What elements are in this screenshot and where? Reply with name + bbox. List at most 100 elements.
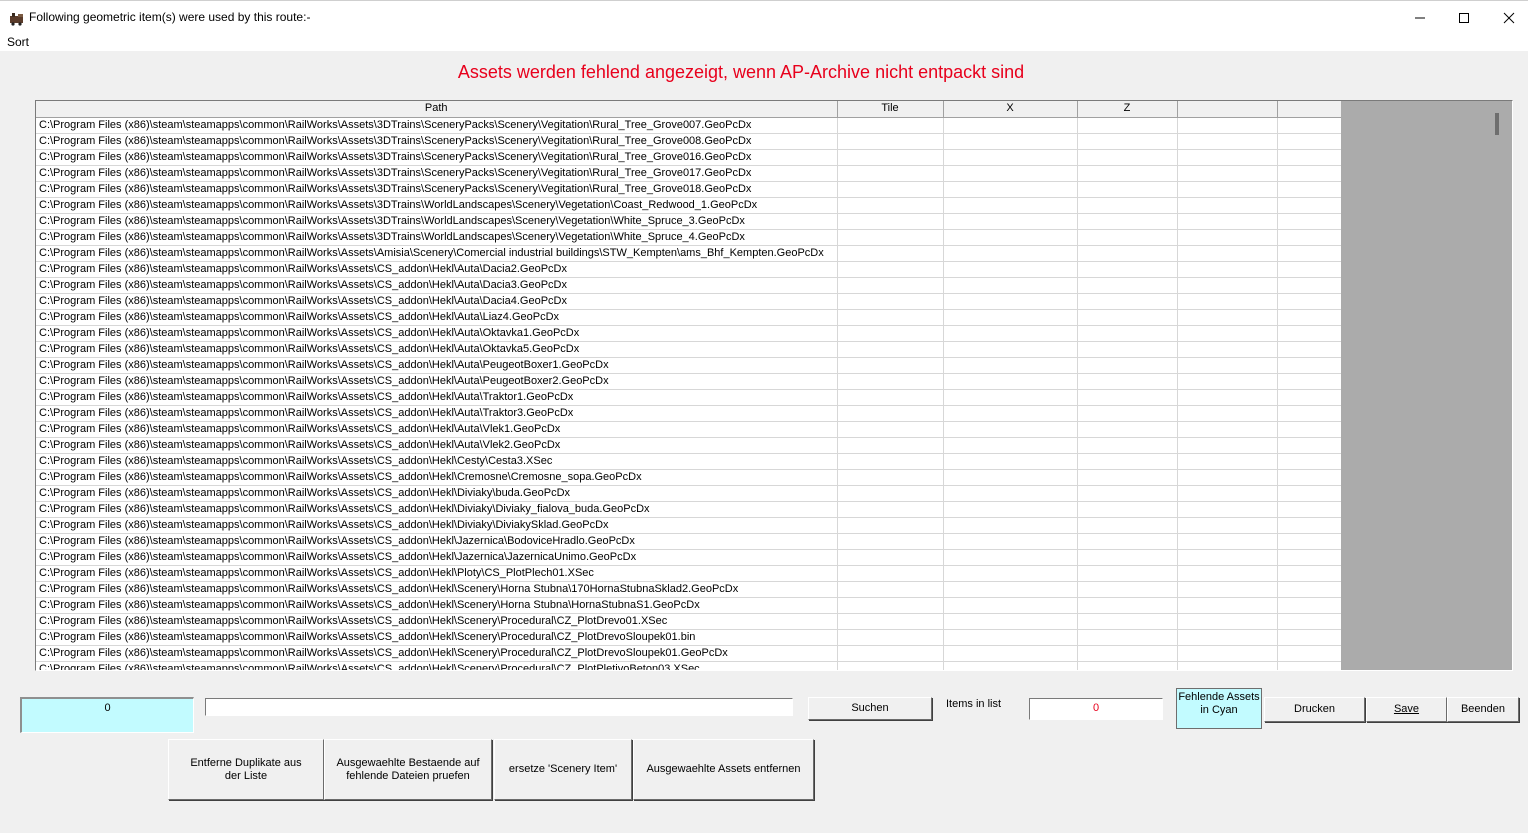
search-input[interactable] <box>205 698 793 716</box>
column-header-6[interactable] <box>1277 101 1341 118</box>
table-row[interactable]: C:\Program Files (x86)\steam\steamapps\c… <box>36 165 1341 182</box>
cell-extra-2 <box>1277 213 1341 230</box>
table-row[interactable]: C:\Program Files (x86)\steam\steamapps\c… <box>36 597 1341 614</box>
cell-x <box>943 421 1078 438</box>
cell-tile <box>837 389 944 406</box>
table-row[interactable]: C:\Program Files (x86)\steam\steamapps\c… <box>36 357 1341 374</box>
replace-scenery-item-button[interactable]: ersetze 'Scenery Item' <box>494 739 632 800</box>
cell-extra-1 <box>1177 437 1278 454</box>
cell-x <box>943 325 1078 342</box>
cell-z <box>1077 453 1178 470</box>
cell-path: C:\Program Files (x86)\steam\steamapps\c… <box>36 261 838 278</box>
table-row[interactable]: C:\Program Files (x86)\steam\steamapps\c… <box>36 117 1341 134</box>
cell-z <box>1077 437 1178 454</box>
cell-z <box>1077 181 1178 198</box>
cell-x <box>943 645 1078 662</box>
table-row[interactable]: C:\Program Files (x86)\steam\steamapps\c… <box>36 293 1341 310</box>
missing-assets-cyan-button[interactable]: Fehlende Assets in Cyan <box>1176 688 1262 729</box>
cell-path: C:\Program Files (x86)\steam\steamapps\c… <box>36 629 838 646</box>
table-row[interactable]: C:\Program Files (x86)\steam\steamapps\c… <box>36 213 1341 230</box>
column-header-tile[interactable]: Tile <box>837 101 944 118</box>
table-row[interactable]: C:\Program Files (x86)\steam\steamapps\c… <box>36 533 1341 550</box>
scrollbar-thumb[interactable] <box>1495 113 1499 135</box>
asset-grid[interactable]: Path Tile X Z C:\Program Files (x86)\ste… <box>36 101 1341 670</box>
cell-extra-1 <box>1177 373 1278 390</box>
table-row[interactable]: C:\Program Files (x86)\steam\steamapps\c… <box>36 229 1341 246</box>
cell-x <box>943 245 1078 262</box>
column-header-path[interactable]: Path <box>36 101 838 118</box>
table-row[interactable]: C:\Program Files (x86)\steam\steamapps\c… <box>36 517 1341 534</box>
table-row[interactable]: C:\Program Files (x86)\steam\steamapps\c… <box>36 197 1341 214</box>
table-row[interactable]: C:\Program Files (x86)\steam\steamapps\c… <box>36 661 1341 670</box>
cell-x <box>943 181 1078 198</box>
table-row[interactable]: C:\Program Files (x86)\steam\steamapps\c… <box>36 549 1341 566</box>
table-row[interactable]: C:\Program Files (x86)\steam\steamapps\c… <box>36 469 1341 486</box>
cell-extra-1 <box>1177 133 1278 150</box>
search-button[interactable]: Suchen <box>808 697 932 720</box>
table-row[interactable]: C:\Program Files (x86)\steam\steamapps\c… <box>36 133 1341 150</box>
cell-tile <box>837 229 944 246</box>
table-row[interactable]: C:\Program Files (x86)\steam\steamapps\c… <box>36 277 1341 294</box>
table-row[interactable]: C:\Program Files (x86)\steam\steamapps\c… <box>36 325 1341 342</box>
menu-sort[interactable]: Sort <box>7 35 29 49</box>
table-row[interactable]: C:\Program Files (x86)\steam\steamapps\c… <box>36 341 1341 358</box>
exit-button[interactable]: Beenden <box>1447 697 1519 722</box>
cell-z <box>1077 117 1178 134</box>
table-row[interactable]: C:\Program Files (x86)\steam\steamapps\c… <box>36 181 1341 198</box>
cell-path: C:\Program Files (x86)\steam\steamapps\c… <box>36 565 838 582</box>
cell-extra-2 <box>1277 245 1341 262</box>
cell-x <box>943 261 1078 278</box>
remove-selected-assets-button[interactable]: Ausgewaehlte Assets entfernen <box>633 739 814 800</box>
table-row[interactable]: C:\Program Files (x86)\steam\steamapps\c… <box>36 405 1341 422</box>
table-row[interactable]: C:\Program Files (x86)\steam\steamapps\c… <box>36 245 1341 262</box>
cell-extra-2 <box>1277 181 1341 198</box>
cell-x <box>943 389 1078 406</box>
table-row[interactable]: C:\Program Files (x86)\steam\steamapps\c… <box>36 389 1341 406</box>
cell-path: C:\Program Files (x86)\steam\steamapps\c… <box>36 469 838 486</box>
table-row[interactable]: C:\Program Files (x86)\steam\steamapps\c… <box>36 629 1341 646</box>
table-row[interactable]: C:\Program Files (x86)\steam\steamapps\c… <box>36 309 1341 326</box>
table-row[interactable]: C:\Program Files (x86)\steam\steamapps\c… <box>36 437 1341 454</box>
print-button[interactable]: Drucken <box>1264 697 1365 722</box>
cell-z <box>1077 469 1178 486</box>
remove-duplicates-button[interactable]: Entferne Duplikate aus der Liste <box>168 739 324 800</box>
table-row[interactable]: C:\Program Files (x86)\steam\steamapps\c… <box>36 453 1341 470</box>
cell-extra-1 <box>1177 549 1278 566</box>
table-row[interactable]: C:\Program Files (x86)\steam\steamapps\c… <box>36 149 1341 166</box>
maximize-button[interactable] <box>1441 1 1487 34</box>
column-header-z[interactable]: Z <box>1077 101 1178 118</box>
cell-x <box>943 661 1078 670</box>
cell-path: C:\Program Files (x86)\steam\steamapps\c… <box>36 309 838 326</box>
cell-x <box>943 469 1078 486</box>
cell-tile <box>837 261 944 278</box>
cell-z <box>1077 645 1178 662</box>
table-row[interactable]: C:\Program Files (x86)\steam\steamapps\c… <box>36 373 1341 390</box>
table-row[interactable]: C:\Program Files (x86)\steam\steamapps\c… <box>36 645 1341 662</box>
cell-extra-1 <box>1177 421 1278 438</box>
table-row[interactable]: C:\Program Files (x86)\steam\steamapps\c… <box>36 485 1341 502</box>
cell-z <box>1077 421 1178 438</box>
check-selected-button[interactable]: Ausgewaehlte Bestaende auf fehlende Date… <box>324 739 492 800</box>
table-row[interactable]: C:\Program Files (x86)\steam\steamapps\c… <box>36 501 1341 518</box>
table-row[interactable]: C:\Program Files (x86)\steam\steamapps\c… <box>36 581 1341 598</box>
cell-extra-2 <box>1277 469 1341 486</box>
cell-path: C:\Program Files (x86)\steam\steamapps\c… <box>36 549 838 566</box>
save-button[interactable]: Save <box>1366 697 1447 722</box>
cell-z <box>1077 293 1178 310</box>
cell-extra-1 <box>1177 165 1278 182</box>
column-header-x[interactable]: X <box>943 101 1078 118</box>
table-row[interactable]: C:\Program Files (x86)\steam\steamapps\c… <box>36 613 1341 630</box>
cell-extra-2 <box>1277 501 1341 518</box>
table-row[interactable]: C:\Program Files (x86)\steam\steamapps\c… <box>36 565 1341 582</box>
close-button[interactable] <box>1486 1 1528 34</box>
table-row[interactable]: C:\Program Files (x86)\steam\steamapps\c… <box>36 421 1341 438</box>
minimize-button[interactable] <box>1397 1 1443 34</box>
cell-path: C:\Program Files (x86)\steam\steamapps\c… <box>36 325 838 342</box>
cell-tile <box>837 469 944 486</box>
cell-z <box>1077 149 1178 166</box>
cell-z <box>1077 581 1178 598</box>
column-header-5[interactable] <box>1177 101 1278 118</box>
cell-path: C:\Program Files (x86)\steam\steamapps\c… <box>36 405 838 422</box>
table-row[interactable]: C:\Program Files (x86)\steam\steamapps\c… <box>36 261 1341 278</box>
cell-extra-2 <box>1277 533 1341 550</box>
